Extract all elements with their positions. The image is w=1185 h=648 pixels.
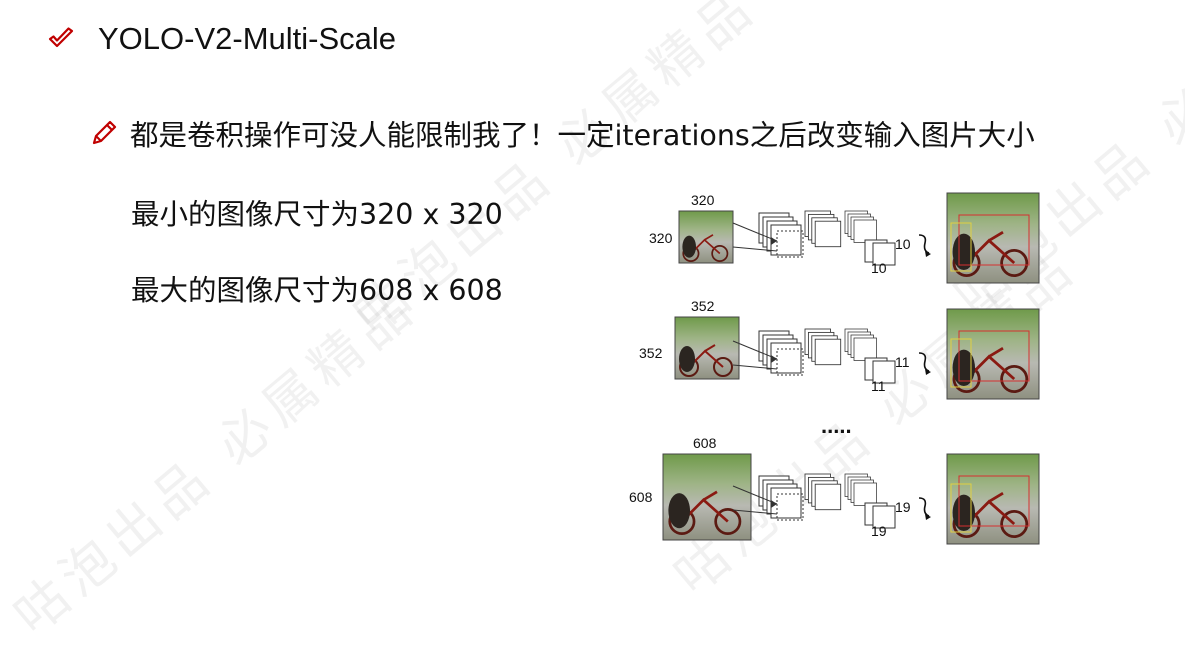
input-size-top: 352	[691, 298, 715, 314]
input-size-left: 608	[629, 489, 653, 505]
grid-size-right: 11	[895, 354, 910, 370]
pencil-icon	[92, 120, 117, 145]
watermark: 咕泡出品 必属精品	[3, 276, 429, 647]
grid-size-bottom: 11	[871, 378, 886, 394]
scale-row-608: 608 608 19 19	[629, 435, 1040, 545]
scale-row-320: 320 320 10 10	[649, 192, 1040, 284]
grid-size-right: 19	[895, 499, 911, 515]
bullet-row: 都是卷积操作可没人能限制我了！一定iterations之后改变输入图片大小	[88, 113, 1035, 153]
grid-size-right: 10	[895, 236, 911, 252]
multi-scale-diagram: 320 320 10 10 352 352 11 11 ..... 608 60…	[629, 192, 1040, 545]
input-size-left: 320	[649, 230, 673, 246]
slide-title: YOLO-V2-Multi-Scale	[98, 21, 397, 56]
ellipsis: .....	[821, 413, 852, 438]
input-size-top: 320	[691, 192, 715, 208]
scale-row-352: 352 352 11 11	[639, 298, 1040, 400]
grid-size-bottom: 19	[871, 523, 887, 539]
grid-size-bottom: 10	[871, 260, 887, 276]
input-size-left: 352	[639, 345, 663, 361]
input-size-top: 608	[693, 435, 717, 451]
check-icon	[48, 27, 74, 48]
min-size-text: 最小的图像尺寸为320 x 320	[131, 198, 503, 231]
max-size-text: 最大的图像尺寸为608 x 608	[131, 274, 503, 307]
bullet-text: 都是卷积操作可没人能限制我了！一定iterations之后改变输入图片大小	[130, 118, 1035, 152]
slide-title-row: YOLO-V2-Multi-Scale	[46, 18, 396, 60]
